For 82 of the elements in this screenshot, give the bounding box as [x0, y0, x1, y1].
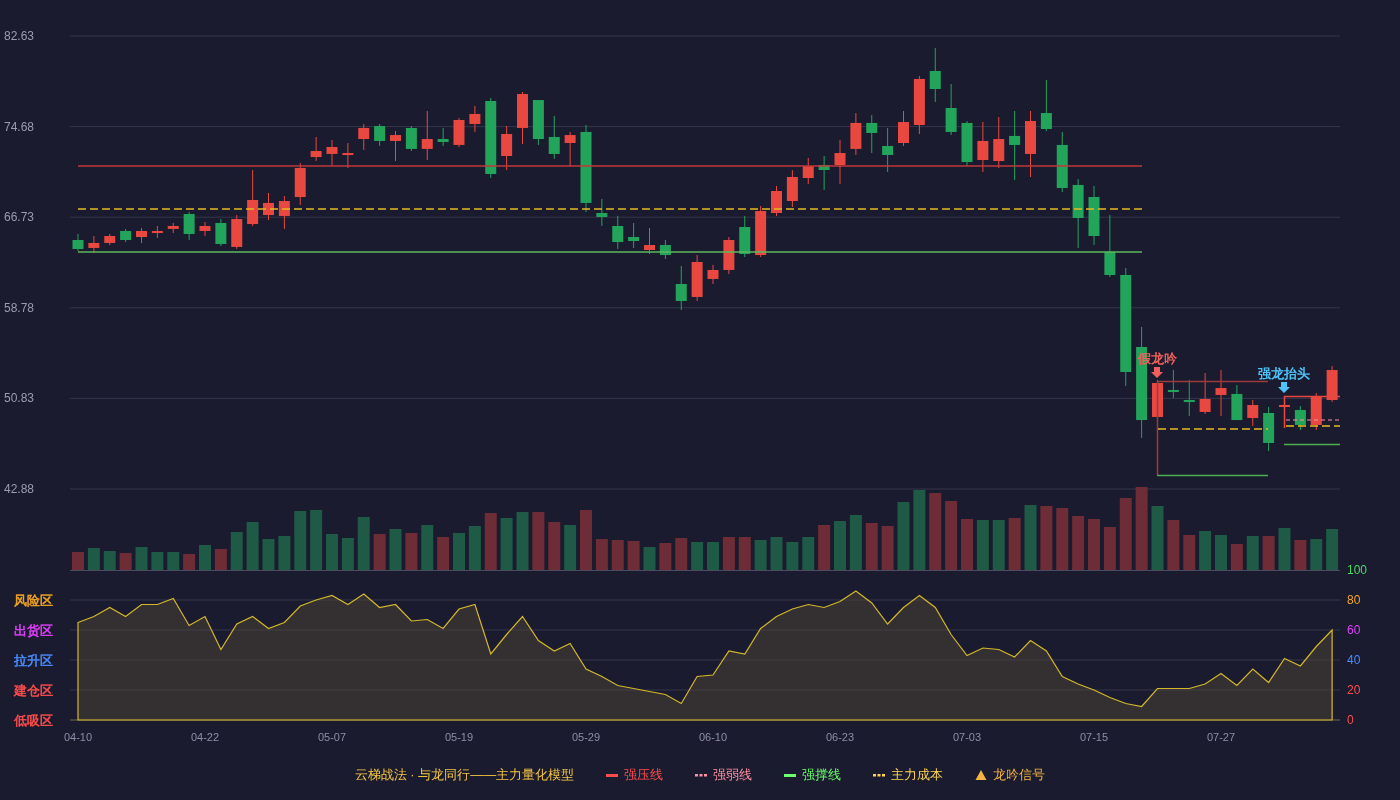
axis-label: 58.78: [4, 300, 35, 315]
axis-label: 42.88: [4, 482, 35, 496]
legend-label: 龙吟信号: [993, 765, 1046, 784]
axis-label: 40: [1347, 653, 1361, 667]
axis-label: 05-29: [571, 731, 601, 743]
candlestick: [802, 157, 814, 185]
candlestick: [977, 121, 989, 173]
axis-label: 06-23: [825, 731, 855, 743]
candlestick: [1009, 110, 1021, 181]
legend-title: 云梯战法 · 与龙同行——主力量化模型: [354, 765, 575, 784]
candlestick: [548, 115, 560, 160]
candlestick: [675, 265, 687, 311]
axis-label: 05-07: [317, 731, 347, 743]
candlestick: [564, 131, 576, 168]
axis-label: 100: [1347, 563, 1368, 577]
candlestick: [898, 110, 909, 147]
candlestick: [1104, 214, 1116, 278]
axis-label: 66.73: [4, 210, 35, 225]
candlestick: [834, 139, 846, 185]
axis-label: 05-19: [444, 731, 474, 743]
candlestick: [183, 211, 195, 241]
signal-label: 强龙抬头: [1258, 366, 1310, 381]
axis-label: 06-10: [698, 731, 728, 743]
candlestick: [1183, 379, 1195, 417]
candlestick: [707, 264, 719, 285]
axis-label: 04-22: [190, 731, 220, 743]
candlestick: [469, 105, 481, 133]
candlestick: [945, 83, 957, 136]
candlestick: [437, 127, 449, 147]
axis-label: 0: [1347, 713, 1354, 727]
candlestick: [1167, 369, 1179, 399]
candlestick: [1247, 399, 1259, 427]
candlestick: [1040, 79, 1052, 132]
axis-label: 04-10: [63, 731, 93, 743]
axis-label: 50.83: [4, 391, 35, 406]
candlestick: [771, 185, 782, 217]
legend-label: 强撑线: [802, 765, 842, 784]
legend-label: 主力成本: [891, 765, 944, 784]
candlestick: [501, 125, 513, 171]
axis-label: 74.68: [4, 119, 35, 134]
legend-label: 强压线: [624, 765, 664, 784]
support-line: [1283, 443, 1341, 446]
candlestick: [929, 47, 941, 103]
zone-label: 建仓区: [14, 683, 53, 698]
candlestick: [421, 110, 433, 161]
zone-label: 低吸区: [14, 713, 53, 728]
legend-label: 强弱线: [713, 765, 753, 784]
candlestick: [866, 114, 878, 154]
candlestick: [993, 116, 1005, 169]
candlestick: [342, 142, 354, 169]
cost-line: [1285, 425, 1341, 427]
candlestick: [310, 136, 322, 162]
axis-label: 07-27: [1206, 731, 1236, 743]
axis-label: 82.63: [4, 29, 35, 43]
zone-label: 出货区: [14, 623, 53, 638]
axis-label: 07-03: [952, 731, 982, 743]
candlestick: [358, 123, 370, 151]
strength-line: [1285, 419, 1341, 421]
candlestick: [374, 123, 386, 147]
candlestick: [1215, 369, 1227, 417]
candlestick: [88, 235, 100, 254]
down-arrow-icon: [1151, 367, 1163, 378]
axis-label: 20: [1347, 683, 1361, 697]
zone-label: 拉升区: [14, 653, 53, 668]
zone-label: 风险区: [14, 593, 53, 608]
candlestick: [215, 218, 227, 247]
candlestick: [72, 233, 84, 252]
candlestick: [326, 139, 338, 167]
candlestick: [405, 125, 417, 152]
axis-label: 80: [1347, 593, 1361, 607]
candlestick: [1199, 372, 1211, 415]
down-arrow-icon: [1278, 382, 1290, 393]
candlestick: [199, 221, 211, 237]
candlestick: [278, 195, 290, 230]
candlestick: [612, 215, 624, 250]
candlestick: [390, 130, 401, 162]
axis-label: 60: [1347, 623, 1361, 637]
candlestick: [644, 227, 655, 255]
candlestick: [628, 222, 640, 249]
axis-label: 07-15: [1079, 731, 1109, 743]
candlestick: [596, 198, 608, 227]
candlestick: [882, 127, 894, 173]
